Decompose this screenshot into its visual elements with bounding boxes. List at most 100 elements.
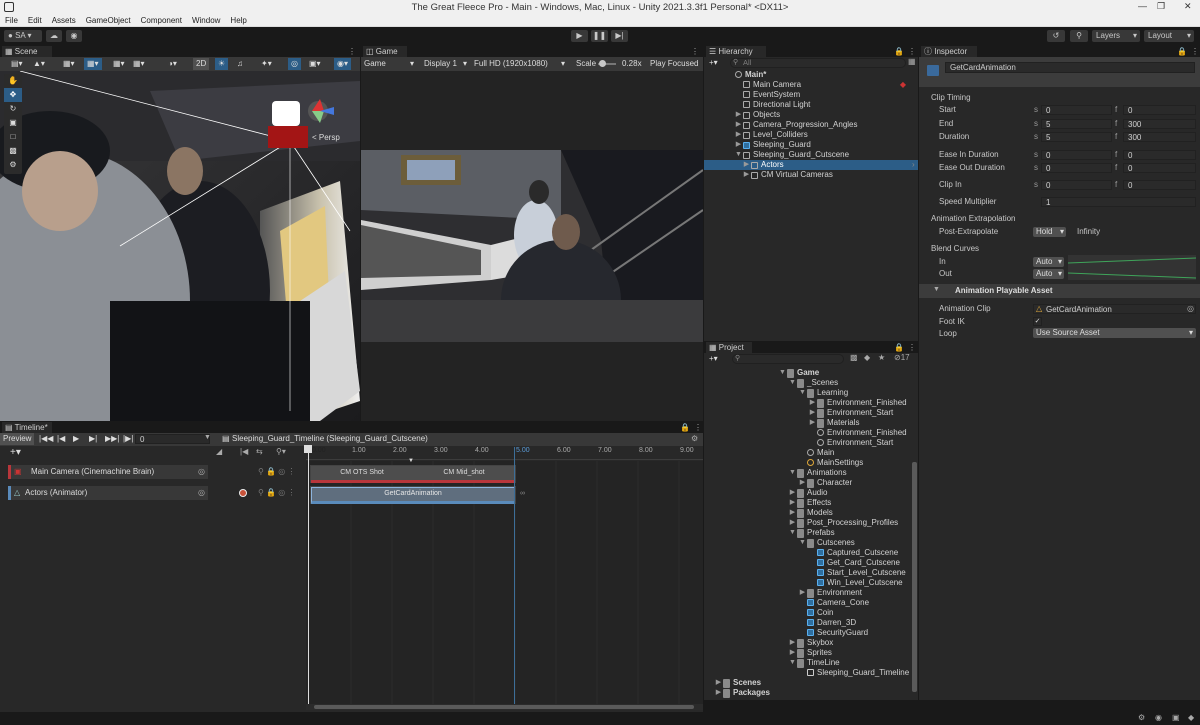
- shading-icon[interactable]: ◑▾: [165, 58, 180, 70]
- chevron-right-icon[interactable]: ▶: [714, 678, 723, 688]
- camera-icon[interactable]: ▣▾: [306, 58, 324, 70]
- chevron-down-icon[interactable]: ▼: [788, 378, 797, 388]
- list-item[interactable]: ▶ Packages: [704, 688, 910, 698]
- progress-icon[interactable]: ⚙: [1138, 713, 1145, 722]
- step-button[interactable]: ▶|: [611, 30, 628, 42]
- list-item[interactable]: EventSystem: [704, 90, 918, 100]
- game-viewport[interactable]: [361, 150, 703, 342]
- list-item[interactable]: Darren_3D: [704, 618, 910, 628]
- timeline-asset-path[interactable]: Sleeping_Guard_Timeline (Sleeping_Guard_…: [232, 434, 428, 443]
- chevron-down-icon[interactable]: ▼: [788, 528, 797, 538]
- next-frame-icon[interactable]: ▶|: [86, 433, 100, 445]
- scale-tool-icon[interactable]: ▣: [4, 116, 22, 130]
- gizmo-icon[interactable]: ▲▾: [30, 58, 48, 70]
- list-item[interactable]: ▶ Materials: [704, 418, 910, 428]
- chevron-down-icon[interactable]: ▼: [798, 538, 807, 548]
- rotate-tool-icon[interactable]: ↻: [4, 102, 22, 116]
- tab-game[interactable]: ◫ Game: [363, 46, 407, 57]
- snap-icon[interactable]: |◀: [240, 447, 248, 456]
- chevron-down-icon[interactable]: ▼: [778, 368, 787, 378]
- list-item[interactable]: ▼ Prefabs: [704, 528, 910, 538]
- list-item[interactable]: ▶ Actors: [704, 160, 918, 170]
- zoom-icon[interactable]: ⚲▾: [276, 447, 286, 456]
- chevron-right-icon[interactable]: ▶: [734, 140, 743, 150]
- lock-icon[interactable]: 🔒: [894, 46, 904, 57]
- cloud-icon[interactable]: ☁: [46, 30, 62, 42]
- loop-dropdown[interactable]: Use Source Asset ▾: [1033, 328, 1196, 338]
- seconds-input[interactable]: 0: [1041, 180, 1112, 190]
- kebab-menu-icon[interactable]: ⋮: [691, 46, 699, 57]
- create-dropdown[interactable]: +▾: [706, 57, 721, 69]
- list-item[interactable]: Win_Level_Cutscene: [704, 578, 910, 588]
- list-item[interactable]: Environment_Start: [704, 438, 910, 448]
- frames-input[interactable]: 0: [1123, 163, 1196, 173]
- create-dropdown[interactable]: +▾: [706, 353, 721, 365]
- gear-icon[interactable]: ⚙: [691, 434, 698, 443]
- clip-cm-mid-shot[interactable]: CM Mid_shot: [413, 466, 515, 483]
- seconds-input[interactable]: 0: [1041, 163, 1112, 173]
- post-extrapolate-dropdown[interactable]: Hold ▾: [1033, 227, 1066, 237]
- clip-getcardanimation[interactable]: GetCardAnimation: [311, 487, 515, 504]
- frames-input[interactable]: 0: [1123, 105, 1196, 115]
- frame-input[interactable]: 0: [135, 434, 210, 444]
- chevron-right-icon[interactable]: ▶: [808, 408, 817, 418]
- list-item[interactable]: ▶ Scenes: [704, 678, 910, 688]
- restore-icon[interactable]: ❐: [1157, 1, 1165, 12]
- list-item[interactable]: ▼ _Scenes: [704, 378, 910, 388]
- marker-icon[interactable]: ▼: [408, 458, 414, 464]
- list-item[interactable]: ▼ Sleeping_Guard_Cutscene: [704, 150, 918, 160]
- game-mode-dropdown[interactable]: Game ▾: [361, 58, 416, 70]
- list-item[interactable]: ▶ Sleeping_Guard: [704, 140, 918, 150]
- list-item[interactable]: ▶ Audio: [704, 488, 910, 498]
- list-item[interactable]: Start_Level_Cutscene: [704, 568, 910, 578]
- asset-section-header[interactable]: ▼ Animation Playable Asset: [919, 284, 1200, 298]
- audio-icon[interactable]: ♫: [234, 58, 246, 70]
- blend-in-dropdown[interactable]: Auto ▾: [1033, 257, 1064, 267]
- list-item[interactable]: Environment_Finished: [704, 428, 910, 438]
- cache-icon[interactable]: ▣: [1172, 713, 1180, 722]
- chevron-right-icon[interactable]: ▶: [788, 488, 797, 498]
- project-scrollbar[interactable]: [912, 462, 917, 692]
- chevron-right-icon[interactable]: ▶: [798, 478, 807, 488]
- display-dropdown[interactable]: Display 1 ▾: [421, 58, 469, 70]
- move-tool-icon[interactable]: ✥: [4, 88, 22, 102]
- chevron-right-icon[interactable]: ▶: [742, 170, 751, 180]
- close-icon[interactable]: ✕: [1184, 1, 1192, 12]
- blend-curve-preview[interactable]: [1068, 255, 1196, 280]
- time-ruler[interactable]: 0.00 1.00 2.00 3.00 4.00 5.00 6.00 7.00 8.00 9.00: [306, 447, 703, 460]
- lock-icon[interactable]: 🔒: [894, 342, 904, 353]
- seconds-input[interactable]: 0: [1041, 150, 1112, 160]
- debug-icon[interactable]: ◉: [1155, 713, 1162, 722]
- seconds-input[interactable]: 0: [1041, 105, 1112, 115]
- list-item[interactable]: Sleeping_Guard_Timeline: [704, 668, 910, 678]
- frames-input[interactable]: 300: [1123, 132, 1196, 142]
- clip-cm-ots-shot[interactable]: CM OTS Shot: [311, 466, 413, 483]
- list-item[interactable]: ▶ Sprites: [704, 648, 910, 658]
- layout-dropdown[interactable]: Layout ▾: [1144, 30, 1194, 42]
- ripple-icon[interactable]: ⇆: [256, 447, 263, 456]
- snap-icon[interactable]: ▦▾: [84, 58, 102, 70]
- list-item[interactable]: ▶ Models: [704, 508, 910, 518]
- menu-component[interactable]: Component: [136, 15, 187, 26]
- frames-input[interactable]: 300: [1123, 119, 1196, 129]
- speed-input[interactable]: 1: [1041, 197, 1196, 207]
- resolution-dropdown[interactable]: Full HD (1920x1080) ▾: [471, 58, 567, 70]
- menu-help[interactable]: Help: [225, 15, 251, 26]
- preview-toggle[interactable]: Preview: [0, 433, 35, 445]
- draw-mode-dropdown[interactable]: ▤▾: [8, 58, 26, 70]
- history-icon[interactable]: ↺: [1047, 30, 1065, 42]
- transform-tool-icon[interactable]: ▩: [4, 144, 22, 158]
- list-item[interactable]: Directional Light: [704, 100, 918, 110]
- list-item[interactable]: SecurityGuard: [704, 628, 910, 638]
- chevron-right-icon[interactable]: ▶: [742, 160, 751, 170]
- tab-timeline[interactable]: ▤ Timeline*: [2, 422, 52, 433]
- filter-icon[interactable]: ▦: [908, 57, 916, 66]
- chevron-right-icon[interactable]: ▶: [714, 688, 723, 698]
- kebab-menu-icon[interactable]: ⋮: [908, 342, 916, 353]
- add-track-button[interactable]: +▾: [10, 447, 21, 458]
- frames-input[interactable]: 0: [1123, 180, 1196, 190]
- play-button[interactable]: ▶: [571, 30, 588, 42]
- tab-hierarchy[interactable]: ☰ Hierarchy: [706, 46, 766, 57]
- kebab-menu-icon[interactable]: ⋮: [908, 46, 916, 57]
- seconds-input[interactable]: 5: [1041, 132, 1112, 142]
